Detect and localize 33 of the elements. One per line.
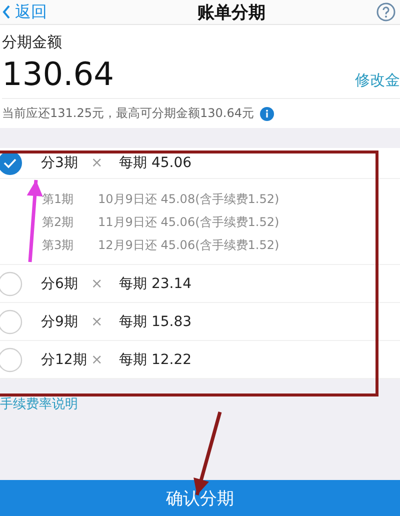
amount-label: 分期金额 xyxy=(2,33,63,52)
plan-periods: 分12期 xyxy=(41,350,88,368)
back-chevron-icon xyxy=(2,5,11,19)
installment-number: 第3期 xyxy=(42,237,75,254)
plan-periods: 分3期 xyxy=(41,154,79,172)
plan-payment: 每期 12.22 xyxy=(119,350,192,368)
times-sign: × xyxy=(91,314,104,330)
plan-payment: 每期 45.06 xyxy=(119,154,192,172)
plan-payment: 每期 23.14 xyxy=(119,274,192,292)
radio-button[interactable] xyxy=(0,308,23,334)
plan-periods: 分6期 xyxy=(41,274,79,292)
amount-value: 130.64 xyxy=(2,58,114,90)
plan-option[interactable]: 分3期 × 每期 45.06 xyxy=(0,148,400,179)
info-icon[interactable] xyxy=(260,106,274,120)
radio-button[interactable] xyxy=(0,270,23,296)
plan-payment: 每期 15.83 xyxy=(119,312,192,330)
plan-option[interactable]: 分9期 × 每期 15.83 xyxy=(0,303,400,341)
installment-detail: 10月9日还 45.08(含手续费1.52) xyxy=(98,191,280,208)
times-sign: × xyxy=(91,276,104,292)
times-sign: × xyxy=(91,155,104,171)
radio-button[interactable] xyxy=(0,346,23,372)
help-icon[interactable] xyxy=(376,2,396,22)
times-sign: × xyxy=(91,352,104,368)
installment-number: 第2期 xyxy=(42,214,75,231)
installment-number: 第1期 xyxy=(42,191,75,208)
confirm-button[interactable]: 确认分期 xyxy=(0,480,400,516)
installment-detail: 12月9日还 45.06(含手续费1.52) xyxy=(98,237,280,254)
amount-note: 当前应还131.25元，最高可分期金额130.64元 xyxy=(2,105,254,122)
plan-option[interactable]: 分12期 × 每期 12.22 xyxy=(0,341,400,379)
page-title: 账单分期 xyxy=(198,2,266,24)
plan-periods: 分9期 xyxy=(41,312,79,330)
installment-detail: 11月9日还 45.06(含手续费1.52) xyxy=(98,214,280,231)
plan-option[interactable]: 分6期 × 每期 23.14 xyxy=(0,265,400,303)
